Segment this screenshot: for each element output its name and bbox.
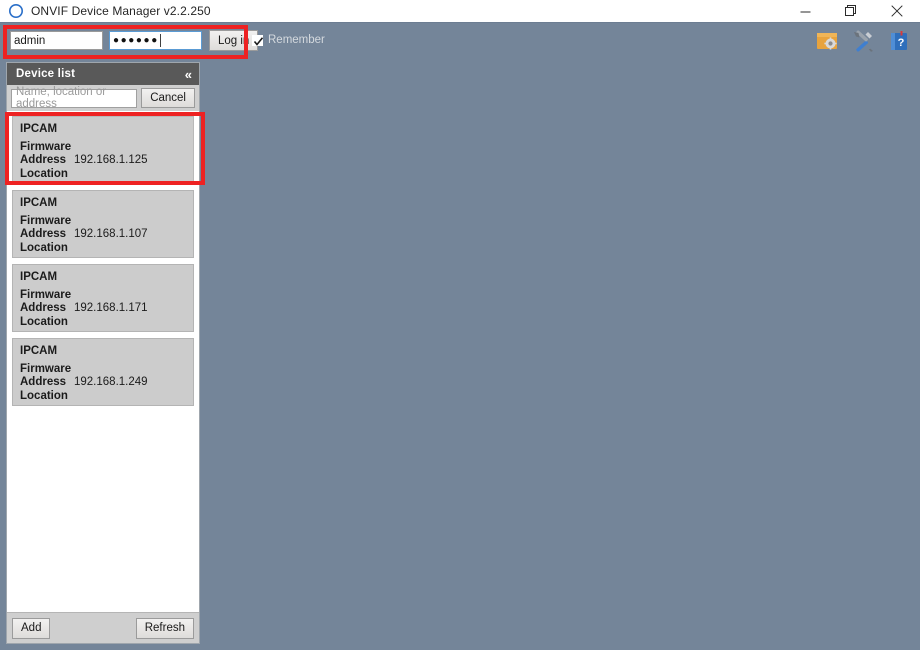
device-firmware-row: Firmware [20, 141, 193, 155]
device-card[interactable]: IPCAM Firmware Address 192.168.1.249 Loc… [12, 338, 194, 406]
device-address-row: Address 192.168.1.125 [20, 154, 193, 168]
window-controls [782, 0, 920, 22]
text-caret [159, 34, 161, 47]
address-label: Address [20, 228, 67, 241]
device-address-row: Address 192.168.1.107 [20, 228, 193, 242]
device-list-footer: Add Refresh [7, 612, 199, 643]
cancel-button[interactable]: Cancel [141, 88, 195, 108]
refresh-button[interactable]: Refresh [135, 617, 194, 639]
device-location-row: Location [20, 316, 193, 330]
checkmark-icon [253, 36, 264, 46]
toolbar-icon-group: ? [816, 30, 910, 52]
password-value: ●●●●●● [113, 34, 159, 46]
device-list-header: Device list « [7, 63, 199, 85]
device-firmware-row: Firmware [20, 289, 193, 303]
device-name: IPCAM [20, 123, 58, 135]
firmware-label: Firmware [20, 214, 72, 227]
add-button[interactable]: Add [12, 617, 51, 639]
login-fields: admin ●●●●●● Log in [10, 30, 259, 51]
location-label: Location [20, 241, 68, 254]
location-label: Location [20, 389, 68, 402]
chevron-double-left-icon[interactable]: « [185, 68, 192, 81]
remember-checkbox[interactable] [252, 34, 264, 46]
location-label: Location [20, 167, 68, 180]
username-input[interactable]: admin [10, 31, 103, 50]
location-label: Location [20, 315, 68, 328]
device-name: IPCAM [20, 345, 58, 357]
svg-text:?: ? [898, 37, 905, 49]
device-location-row: Location [20, 242, 193, 256]
device-card[interactable]: IPCAM Firmware Address 192.168.1.171 Loc… [12, 264, 194, 332]
maximize-button[interactable] [828, 0, 874, 22]
device-search-row: Name, location or address Cancel [7, 85, 199, 111]
password-input[interactable]: ●●●●●● [109, 31, 202, 50]
address-label: Address [20, 376, 67, 389]
device-card[interactable]: IPCAM Firmware Address 192.168.1.107 Loc… [12, 190, 194, 258]
address-value: 192.168.1.171 [74, 302, 148, 315]
app-window: ONVIF Device Manager v2.2.250 admin ●●●●… [0, 0, 920, 650]
firmware-label: Firmware [20, 288, 72, 301]
username-value: admin [14, 34, 46, 47]
device-location-row: Location [20, 168, 193, 182]
address-value: 192.168.1.125 [74, 154, 148, 167]
remember-label: Remember [268, 34, 325, 46]
onvif-ring-logo-icon [9, 4, 23, 18]
address-value: 192.168.1.107 [74, 228, 148, 241]
device-list-panel: Device list « Name, location or address … [6, 62, 200, 644]
minimize-icon [800, 11, 810, 12]
address-label: Address [20, 302, 67, 315]
maximize-icon [845, 5, 856, 16]
remember-checkbox-group[interactable]: Remember [252, 34, 325, 46]
address-label: Address [20, 154, 67, 167]
device-address-row: Address 192.168.1.171 [20, 302, 193, 316]
device-address-row: Address 192.168.1.249 [20, 376, 193, 390]
firmware-label: Firmware [20, 140, 72, 153]
device-firmware-row: Firmware [20, 363, 193, 377]
device-location-row: Location [20, 390, 193, 404]
search-input[interactable]: Name, location or address [11, 86, 138, 110]
close-button[interactable] [874, 0, 920, 22]
address-value: 192.168.1.249 [74, 376, 148, 389]
device-firmware-row: Firmware [20, 215, 193, 229]
login-button[interactable]: Log in [209, 30, 259, 51]
device-name: IPCAM [20, 197, 58, 209]
help-book-icon[interactable]: ? [888, 30, 910, 52]
device-name: IPCAM [20, 271, 58, 283]
folder-settings-icon[interactable] [816, 30, 838, 52]
firmware-label: Firmware [20, 362, 72, 375]
device-card[interactable]: IPCAM Firmware Address 192.168.1.125 Loc… [12, 116, 194, 184]
device-list-title: Device list [16, 68, 76, 80]
device-list-scroll-area[interactable]: IPCAM Firmware Address 192.168.1.125 Loc… [7, 111, 199, 612]
close-icon [891, 5, 903, 17]
title-bar: ONVIF Device Manager v2.2.250 [0, 0, 920, 22]
minimize-button[interactable] [782, 0, 828, 22]
window-title: ONVIF Device Manager v2.2.250 [31, 4, 211, 18]
tools-icon[interactable] [852, 30, 874, 52]
